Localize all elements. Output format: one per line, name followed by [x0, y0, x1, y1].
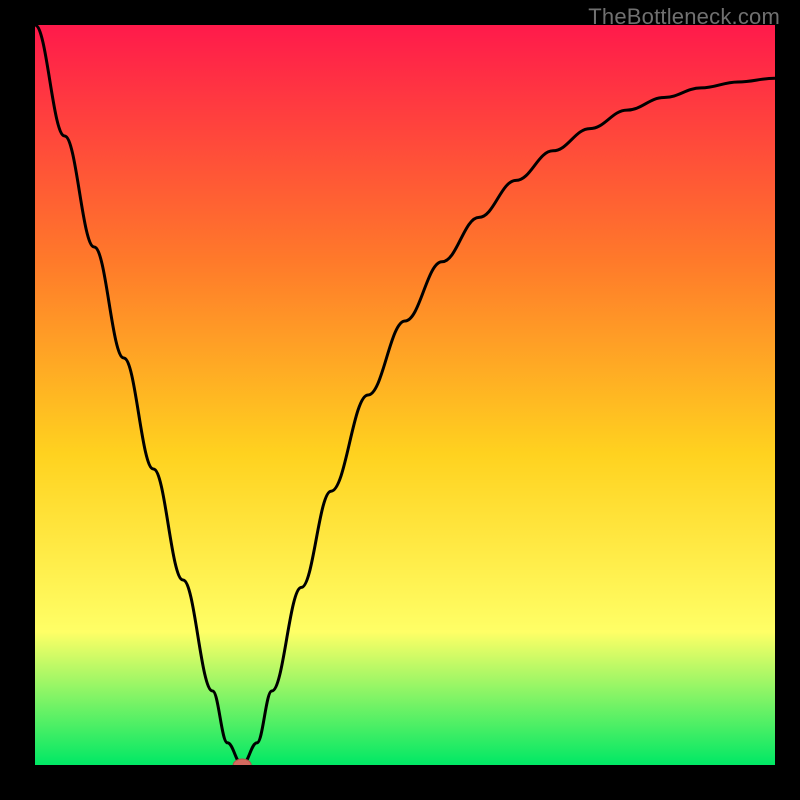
chart-frame: TheBottleneck.com [0, 0, 800, 800]
gradient-background [35, 25, 775, 765]
plot-svg [35, 25, 775, 765]
plot-area [35, 25, 775, 765]
